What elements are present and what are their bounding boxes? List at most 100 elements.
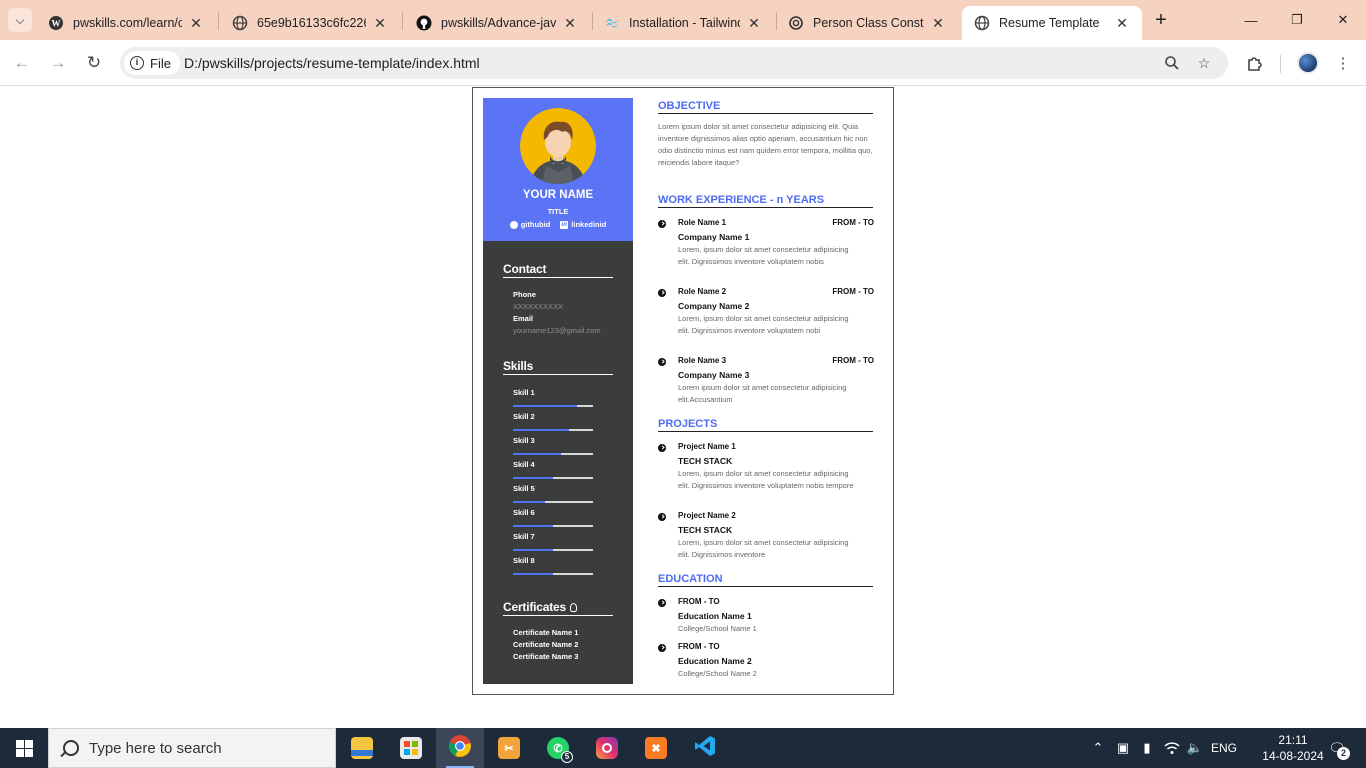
microsoft-store-app[interactable] xyxy=(387,728,435,768)
company-name: Company Name 1 xyxy=(678,232,750,242)
tab-label: 65e9b16133c6fc226d xyxy=(257,16,366,30)
close-icon[interactable]: ✕ xyxy=(188,15,204,32)
linkedin-link[interactable]: in linkedinid xyxy=(560,220,606,229)
close-icon[interactable]: ✕ xyxy=(1114,15,1130,32)
skill-label: Skill 8 xyxy=(513,556,535,565)
tab-label: pwskills.com/learn/cc xyxy=(73,16,182,30)
tech-stack: TECH STACK xyxy=(678,456,733,466)
tab-search-button[interactable]: ⌵ xyxy=(8,8,32,32)
phone-label: Phone xyxy=(513,290,536,299)
taskbar-clock[interactable]: 21:11 14-08-2024 xyxy=(1254,732,1332,764)
certificates-heading-text: Certificates xyxy=(503,600,566,614)
chevron-up-icon: ⌃ xyxy=(1092,740,1104,755)
tailwind-icon xyxy=(604,15,620,31)
skill-label: Skill 3 xyxy=(513,436,535,445)
resume-title: TITLE xyxy=(547,207,569,216)
vscode-app[interactable] xyxy=(681,728,729,768)
tab-resume-template[interactable]: Resume Template ✕ xyxy=(962,6,1142,40)
instagram-app[interactable] xyxy=(583,728,631,768)
close-icon[interactable]: ✕ xyxy=(562,15,578,32)
tab-pwskills-learn[interactable]: W pwskills.com/learn/cc ✕ xyxy=(36,6,216,40)
bullet-icon xyxy=(658,289,666,297)
skill-label: Skill 5 xyxy=(513,484,535,493)
tab-tailwind-installation[interactable]: Installation - Tailwind ✕ xyxy=(592,6,774,40)
tab-label: pwskills/Advance-java xyxy=(441,16,556,30)
restore-button[interactable]: ❐ xyxy=(1274,0,1320,40)
site-info-chip[interactable]: i File xyxy=(124,51,180,75)
education-heading: EDUCATION xyxy=(658,573,873,587)
reload-button[interactable]: ↻ xyxy=(82,51,106,75)
close-icon[interactable]: ✕ xyxy=(746,15,762,32)
education-name: Education Name 2 xyxy=(678,656,752,666)
close-icon[interactable]: ✕ xyxy=(372,15,388,32)
skill-level-bar xyxy=(513,525,593,527)
role-range: FROM - TO xyxy=(832,218,874,227)
project-name: Project Name 1 xyxy=(678,442,736,451)
objective-heading: OBJECTIVE xyxy=(658,100,873,114)
battery-icon[interactable]: ▮ xyxy=(1136,728,1158,768)
wifi-icon[interactable] xyxy=(1160,728,1184,768)
tab-github-advance-java[interactable]: pwskills/Advance-java ✕ xyxy=(404,6,590,40)
whatsapp-icon: ✆ 5 xyxy=(547,737,573,763)
whatsapp-app[interactable]: ✆ 5 xyxy=(534,728,582,768)
bullet-icon xyxy=(658,220,666,228)
minimize-button[interactable]: — xyxy=(1228,0,1274,40)
profile-avatar[interactable] xyxy=(1297,52,1319,74)
education-range: FROM - TO xyxy=(678,597,720,606)
extensions-icon[interactable] xyxy=(1244,52,1266,74)
tab-person-class[interactable]: Person Class Constru ✕ xyxy=(776,6,958,40)
menu-kebab-icon[interactable]: ⋮ xyxy=(1332,52,1354,74)
resume-page: YOUR NAME TITLE githubid in linkedinid Co… xyxy=(472,87,894,695)
education-range: FROM - TO xyxy=(678,642,720,651)
xampp-app[interactable]: ✖ xyxy=(632,728,680,768)
school-name: College/School Name 2 xyxy=(678,669,757,678)
bullet-icon xyxy=(658,513,666,521)
experience-heading: WORK EXPERIENCE - n YEARS xyxy=(658,194,873,208)
close-icon[interactable]: ✕ xyxy=(930,15,946,32)
snipping-tool-app[interactable]: ✂ xyxy=(485,728,533,768)
close-window-button[interactable]: ✕ xyxy=(1320,0,1366,40)
lightbulb-icon xyxy=(569,603,577,612)
project-description: Lorem, ipsum dolor sit amet consectetur … xyxy=(678,469,854,490)
globe-icon xyxy=(232,15,248,31)
meet-now-icon[interactable]: ▣ xyxy=(1112,728,1134,768)
start-button[interactable] xyxy=(0,728,48,768)
volume-icon[interactable]: 🔈 xyxy=(1184,728,1206,768)
xampp-icon: ✖ xyxy=(645,737,667,759)
tab-label: Installation - Tailwind xyxy=(629,16,740,30)
language-indicator[interactable]: ENG xyxy=(1208,728,1240,768)
file-explorer-app[interactable] xyxy=(338,728,386,768)
bookmark-star-icon[interactable]: ☆ xyxy=(1194,53,1214,73)
github-icon xyxy=(509,220,518,229)
tab-65e9b[interactable]: 65e9b16133c6fc226d ✕ xyxy=(220,6,400,40)
linkedin-id: linkedinid xyxy=(571,220,607,229)
restore-icon: ❐ xyxy=(1291,12,1303,27)
address-bar[interactable]: i File D:/pwskills/projects/resume-templ… xyxy=(120,47,1228,79)
close-icon: ✕ xyxy=(1337,12,1349,27)
notification-center-button[interactable]: 🗨 2 xyxy=(1322,736,1352,760)
taskbar-search[interactable]: Type here to search xyxy=(48,728,336,768)
show-hidden-icons[interactable]: ⌃ xyxy=(1088,728,1108,768)
skill-level-fill xyxy=(513,549,553,551)
github-link[interactable]: githubid xyxy=(509,220,550,229)
url-text[interactable]: D:/pwskills/projects/resume-template/ind… xyxy=(184,55,480,71)
role-range: FROM - TO xyxy=(832,287,874,296)
forward-button[interactable]: → xyxy=(46,51,70,75)
skill-level-bar xyxy=(513,549,593,551)
certificate-item: Certificate Name 1 xyxy=(513,628,579,637)
role-description: Lorem, ipsum dolor sit amet consectetur … xyxy=(678,245,849,266)
tab-divider xyxy=(402,12,403,30)
toolbar-divider xyxy=(1280,55,1281,73)
new-tab-button[interactable]: + xyxy=(1150,9,1172,31)
bullet-icon xyxy=(658,358,666,366)
arrow-left-icon: ← xyxy=(13,53,31,72)
zoom-icon[interactable] xyxy=(1162,53,1182,73)
site-chip-label: File xyxy=(150,55,171,71)
back-button[interactable]: ← xyxy=(10,51,34,75)
skill-level-fill xyxy=(513,453,561,455)
arrow-right-icon: → xyxy=(49,53,67,72)
folder-icon xyxy=(351,737,373,759)
chrome-app[interactable] xyxy=(436,728,484,768)
skill-level-fill xyxy=(513,525,553,527)
certificates-heading: Certificates xyxy=(503,600,613,616)
